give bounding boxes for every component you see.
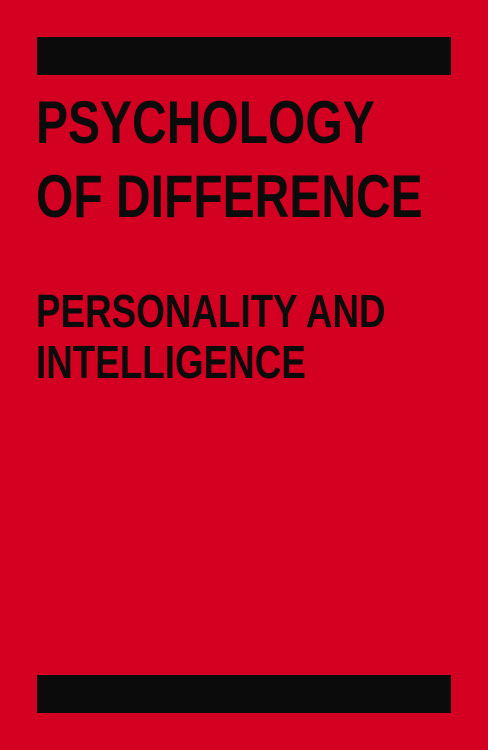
subtitle-line-1: PERSONALITY AND	[36, 285, 386, 337]
title-line-2: OF DIFFERENCE	[36, 163, 423, 230]
top-black-bar	[37, 37, 451, 75]
title-line-1: PSYCHOLOGY	[36, 89, 375, 156]
subtitle-line-2: INTELLIGENCE	[36, 336, 306, 388]
book-cover: PSYCHOLOGY OF DIFFERENCE PERSONALITY AND…	[0, 0, 488, 750]
bottom-black-bar	[37, 675, 451, 713]
book-subtitle: PERSONALITY AND INTELLIGENCE	[36, 286, 386, 388]
book-title: PSYCHOLOGY OF DIFFERENCE	[36, 86, 423, 234]
